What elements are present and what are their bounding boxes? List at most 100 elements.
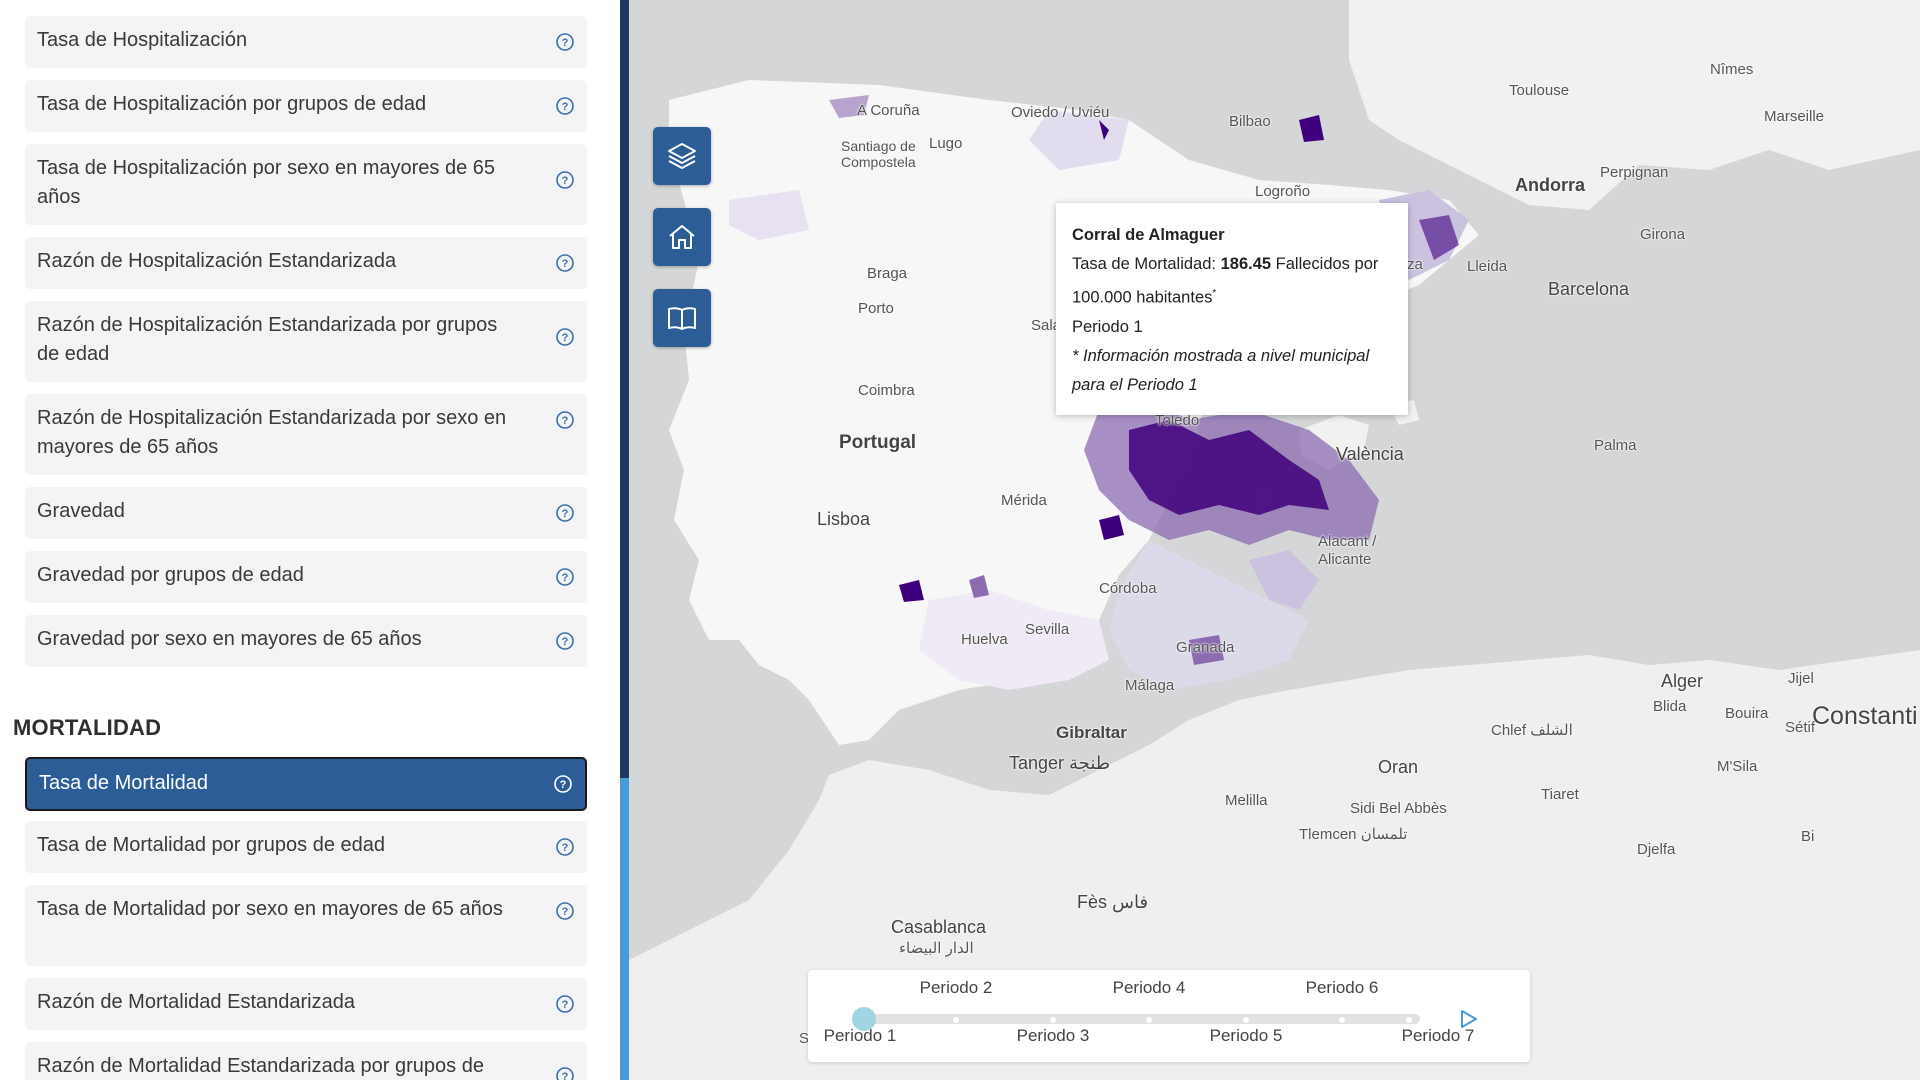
tooltip-municipality-name: Corral de Almaguer <box>1072 226 1225 244</box>
map-label-alicante: Alacant / Alicante <box>1318 533 1377 568</box>
svg-text:?: ? <box>562 842 569 854</box>
indicator-item-label: Razón de Hospitalización Estandarizada <box>37 250 397 272</box>
map-label-acoruna: A Coruña <box>857 102 920 119</box>
municipality-tooltip: Corral de Almaguer Tasa de Mortalidad: 1… <box>1056 203 1408 415</box>
indicator-item[interactable]: Gravedad ? <box>25 487 587 539</box>
period-label[interactable]: Periodo 2 <box>920 978 993 998</box>
layers-button[interactable] <box>653 127 711 185</box>
map-label-fes: Fès فاس <box>1077 892 1149 912</box>
indicator-item-label: Gravedad <box>37 500 125 522</box>
indicator-item[interactable]: Razón de Hospitalización Estandarizada ? <box>25 237 587 289</box>
map-label-tanger: Tanger طنجة <box>1009 753 1111 773</box>
svg-text:?: ? <box>562 999 569 1011</box>
timeline-tick[interactable] <box>1243 1017 1249 1023</box>
indicator-item-label: Tasa de Hospitalización por sexo en mayo… <box>37 157 496 208</box>
map-label-constantine: Constanti <box>1812 702 1918 730</box>
indicator-item[interactable]: Tasa de Mortalidad por grupos de edad ? <box>25 821 587 873</box>
timeline-tick[interactable] <box>1146 1017 1152 1023</box>
map-label-casablanca: Casablanca <box>891 917 987 937</box>
period-label[interactable]: Periodo 4 <box>1113 978 1186 998</box>
map-label-oviedo: Oviedo / Uviéu <box>1011 104 1110 121</box>
help-icon[interactable]: ? <box>555 994 575 1014</box>
map-label-biskra: Bi <box>1801 828 1815 845</box>
indicator-item-active[interactable]: Tasa de Mortalidad ? <box>25 757 587 811</box>
help-icon[interactable]: ? <box>555 631 575 651</box>
map-label-braga: Braga <box>867 265 908 282</box>
svg-text:?: ? <box>562 415 569 427</box>
map-label-sevilla: Sevilla <box>1025 621 1070 638</box>
svg-text:?: ? <box>562 1071 569 1080</box>
map-label-bilbao: Bilbao <box>1229 113 1271 130</box>
indicator-item-label: Tasa de Mortalidad por grupos de edad <box>37 834 386 856</box>
map-label-toulouse: Toulouse <box>1509 82 1570 99</box>
indicator-item[interactable]: Tasa de Mortalidad por sexo en mayores d… <box>25 885 587 966</box>
basemap <box>629 0 1920 1080</box>
map-label-lleida: Lleida <box>1467 258 1508 275</box>
indicator-item-label: Razón de Hospitalización Estandarizada p… <box>37 407 507 458</box>
tooltip-metric-label: Tasa de Mortalidad: <box>1072 255 1221 273</box>
play-icon[interactable] <box>1457 1008 1479 1030</box>
timeline-tick[interactable] <box>1406 1017 1412 1023</box>
map-label-nimes: Nîmes <box>1710 61 1754 78</box>
timeline-tick[interactable] <box>953 1017 959 1023</box>
indicator-item[interactable]: Tasa de Hospitalización ? <box>25 16 587 68</box>
svg-text:?: ? <box>562 572 569 584</box>
indicator-item-label: Tasa de Mortalidad por sexo en mayores d… <box>37 898 503 920</box>
tooltip-footnote-mark: * <box>1212 288 1217 299</box>
indicator-item[interactable]: Razón de Hospitalización Estandarizada p… <box>25 394 587 475</box>
help-icon[interactable]: ? <box>555 837 575 857</box>
help-icon[interactable]: ? <box>555 1066 575 1080</box>
indicator-item-label: Tasa de Mortalidad <box>39 772 208 794</box>
indicator-item[interactable]: Tasa de Hospitalización por sexo en mayo… <box>25 144 587 225</box>
map-label-perpignan: Perpignan <box>1600 164 1669 181</box>
indicator-item[interactable]: Gravedad por grupos de edad ? <box>25 551 587 603</box>
help-icon[interactable]: ? <box>555 170 575 190</box>
indicator-item-label: Tasa de Hospitalización por grupos de ed… <box>37 93 427 115</box>
indicator-item[interactable]: Razón de Mortalidad Estandarizada por gr… <box>25 1042 587 1080</box>
tooltip-metric-value: 186.45 <box>1220 255 1272 273</box>
map-label-portugal: Portugal <box>839 432 917 453</box>
svg-text:?: ? <box>562 37 569 49</box>
help-icon[interactable]: ? <box>555 32 575 52</box>
map-label-huelva: Huelva <box>961 631 1008 648</box>
map-canvas[interactable]: A Coruña Santiago de Compostela Lugo Ovi… <box>629 0 1920 1080</box>
guide-button[interactable] <box>653 289 711 347</box>
period-label[interactable]: Periodo 6 <box>1306 978 1379 998</box>
svg-text:?: ? <box>562 508 569 520</box>
layers-icon <box>668 143 696 169</box>
period-timeline: Periodo 2 Periodo 4 Periodo 6 Periodo 1 … <box>808 970 1530 1062</box>
indicator-item[interactable]: Razón de Mortalidad Estandarizada ? <box>25 978 587 1030</box>
help-icon[interactable]: ? <box>555 567 575 587</box>
map-label-granada: Granada <box>1176 639 1235 656</box>
map-label-jijel: Jijel <box>1788 670 1814 687</box>
timeline-tick[interactable] <box>1050 1017 1056 1023</box>
map-label-melilla: Melilla <box>1225 792 1268 809</box>
help-icon[interactable]: ? <box>555 901 575 921</box>
panel-divider-scroll-thumb[interactable] <box>620 778 629 1080</box>
map-label-setif: Sétif <box>1785 719 1816 736</box>
help-icon[interactable]: ? <box>555 96 575 116</box>
home-button[interactable] <box>653 208 711 266</box>
period-label[interactable]: Periodo 1 <box>824 1026 897 1046</box>
timeline-track[interactable] <box>860 1014 1420 1024</box>
help-icon[interactable]: ? <box>555 503 575 523</box>
svg-text:?: ? <box>562 258 569 270</box>
map-label-alger: Alger <box>1661 671 1704 691</box>
indicator-item[interactable]: Gravedad por sexo en mayores de 65 años … <box>25 615 587 667</box>
period-label[interactable]: Periodo 5 <box>1210 1026 1283 1046</box>
tooltip-metric: Tasa de Mortalidad: 186.45 Fallecidos po… <box>1072 250 1392 313</box>
help-icon[interactable]: ? <box>555 253 575 273</box>
indicator-item[interactable]: Tasa de Hospitalización por grupos de ed… <box>25 80 587 132</box>
period-label[interactable]: Periodo 3 <box>1017 1026 1090 1046</box>
help-icon[interactable]: ? <box>555 327 575 347</box>
map-label-barcelona: Barcelona <box>1548 279 1630 299</box>
timeline-tick[interactable] <box>1339 1017 1345 1023</box>
indicator-item[interactable]: Razón de Hospitalización Estandarizada p… <box>25 301 587 382</box>
tooltip-period: Periodo 1 <box>1072 317 1143 336</box>
map-label-blida: Blida <box>1653 698 1687 715</box>
indicator-item-label: Tasa de Hospitalización <box>37 29 248 51</box>
help-icon[interactable]: ? <box>555 410 575 430</box>
map-label-andorra: Andorra <box>1515 175 1586 195</box>
help-icon[interactable]: ? <box>553 774 573 794</box>
tooltip-note: * Información mostrada a nivel municipal… <box>1072 346 1370 394</box>
